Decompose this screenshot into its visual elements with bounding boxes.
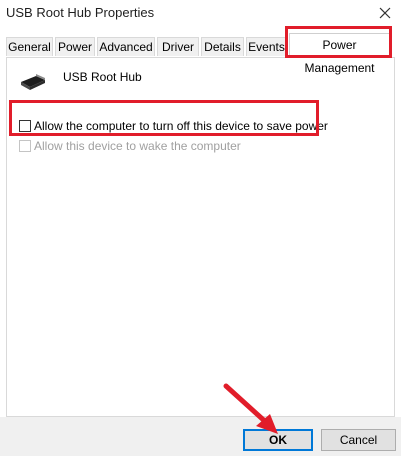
window-title: USB Root Hub Properties — [6, 5, 155, 20]
tab-events[interactable]: Events — [246, 37, 287, 56]
tab-details[interactable]: Details — [201, 37, 244, 56]
allow-wake-checkbox — [19, 140, 31, 152]
cancel-button[interactable]: Cancel — [321, 429, 396, 451]
usb-connector-icon — [21, 74, 45, 90]
tab-power[interactable]: Power — [55, 37, 95, 56]
option-highlight-box — [9, 100, 319, 136]
close-button[interactable] — [375, 3, 395, 23]
tab-advanced[interactable]: Advanced — [97, 37, 155, 56]
allow-wake-option: Allow this device to wake the computer — [19, 138, 241, 154]
title-bar: USB Root Hub Properties — [0, 0, 401, 28]
allow-wake-label: Allow this device to wake the computer — [34, 139, 241, 153]
device-name: USB Root Hub — [63, 70, 142, 84]
tab-general[interactable]: General — [6, 37, 53, 56]
tab-highlight-box — [285, 26, 392, 58]
pointer-arrow-icon — [223, 383, 278, 434]
close-icon — [379, 7, 391, 19]
tab-driver[interactable]: Driver — [157, 37, 199, 56]
